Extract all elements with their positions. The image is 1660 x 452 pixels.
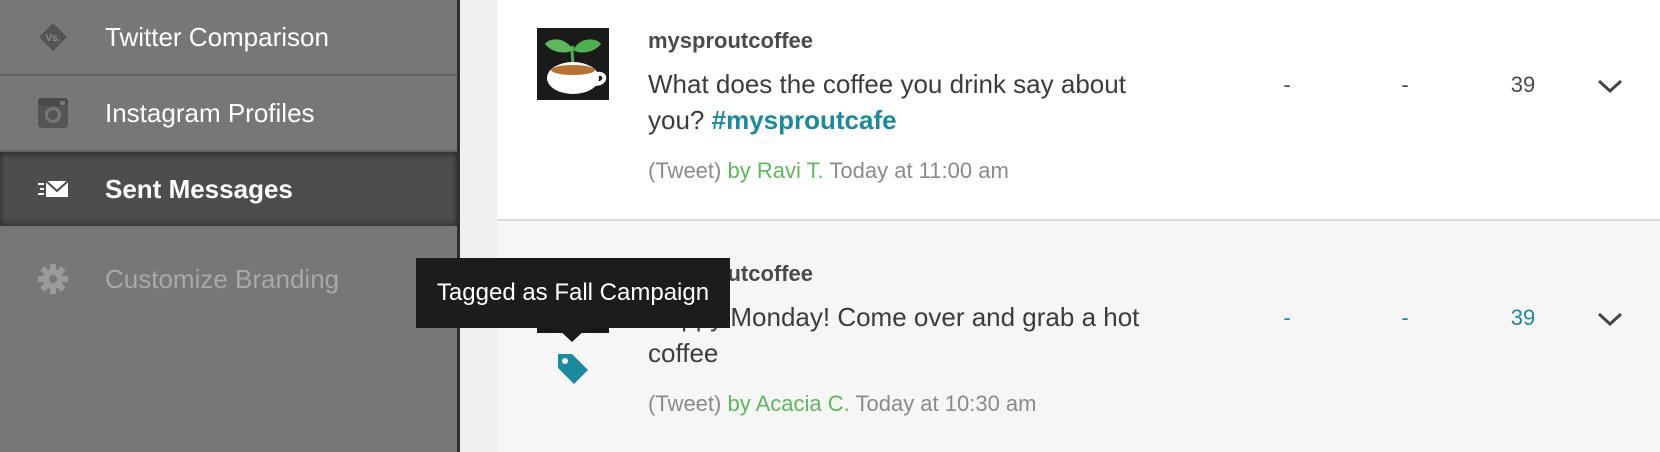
account-name: mysproutcoffee [648,28,814,53]
message-meta: (Tweet) by Acacia C. Today at 10:30 am [648,391,1037,417]
tooltip-arrow [557,328,587,342]
chevron-down-icon[interactable] [1595,309,1625,329]
message-type: (Tweet) [648,158,722,183]
stat-column-3: 39 [1510,72,1536,97]
tag-icon[interactable] [556,352,590,386]
sidebar-item-label: Twitter Comparison [105,21,329,52]
sidebar-item-sent-messages[interactable]: Sent Messages [0,152,457,226]
message-row[interactable]: mysproutcoffee Happy Monday! Come over a… [497,221,1660,452]
stat-column-3: 39 [1510,305,1536,330]
list-gutter [460,0,497,452]
svg-text:Vs.: Vs. [45,33,60,44]
instagram-icon [36,96,70,130]
sidebar-item-instagram-profiles[interactable]: Instagram Profiles [0,76,457,152]
stat-column-2: - [1401,305,1409,330]
stat-column-2: - [1401,72,1409,97]
sidebar: Vs. Twitter Comparison Instagram Profile… [0,0,460,452]
sidebar-item-label: Instagram Profiles [105,97,315,128]
vs-icon: Vs. [36,20,70,54]
message-meta: (Tweet) by Ravi T. Today at 11:00 am [648,158,1009,184]
sidebar-item-customize-branding[interactable]: Customize Branding [0,242,457,316]
sidebar-item-label: Sent Messages [105,173,293,204]
hashtag-link[interactable]: #mysproutcafe [712,105,897,135]
timestamp: Today at 11:00 am [829,158,1009,183]
sidebar-item-twitter-comparison[interactable]: Vs. Twitter Comparison [0,0,457,76]
sent-envelope-icon [36,172,70,206]
author-link[interactable]: by Ravi T. [727,158,823,183]
sidebar-item-label: Customize Branding [105,263,340,294]
message-row[interactable]: mysproutcoffee What does the coffee you … [497,0,1660,221]
gear-icon [36,262,70,296]
stat-column-1: - [1283,305,1291,330]
timestamp: Today at 10:30 am [855,391,1037,416]
author-link[interactable]: by Acacia C. [727,391,849,416]
avatar [537,28,609,100]
message-text: What does the coffee you drink say about… [648,66,1188,138]
stat-column-1: - [1283,72,1291,97]
chevron-down-icon[interactable] [1595,76,1625,96]
tag-tooltip: Tagged as Fall Campaign [416,258,730,328]
message-type: (Tweet) [648,391,722,416]
